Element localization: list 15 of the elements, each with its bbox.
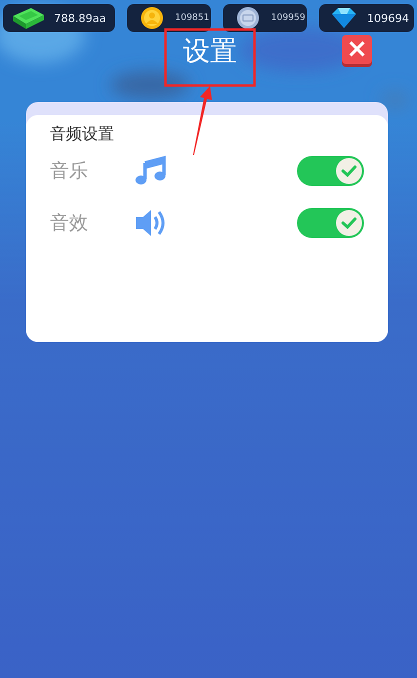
- toggle-switch[interactable]: [297, 208, 364, 238]
- setting-label: 音效: [50, 211, 89, 236]
- check-icon: [341, 164, 357, 178]
- check-icon: [341, 216, 357, 230]
- currency-amount: 109694: [367, 12, 409, 24]
- setting-label: 音乐: [50, 159, 89, 184]
- toggle-switch[interactable]: [297, 156, 364, 186]
- close-button[interactable]: ×: [342, 35, 372, 64]
- currency-amount: 109959: [271, 13, 306, 23]
- currency-amount: 788.89aa: [53, 12, 107, 24]
- page-title: 设置: [182, 35, 238, 69]
- currency-amount: 109851: [175, 13, 210, 23]
- section-title: 音频设置: [50, 123, 115, 145]
- annotation-arrow: [193, 86, 212, 155]
- cash-icon: [11, 6, 45, 30]
